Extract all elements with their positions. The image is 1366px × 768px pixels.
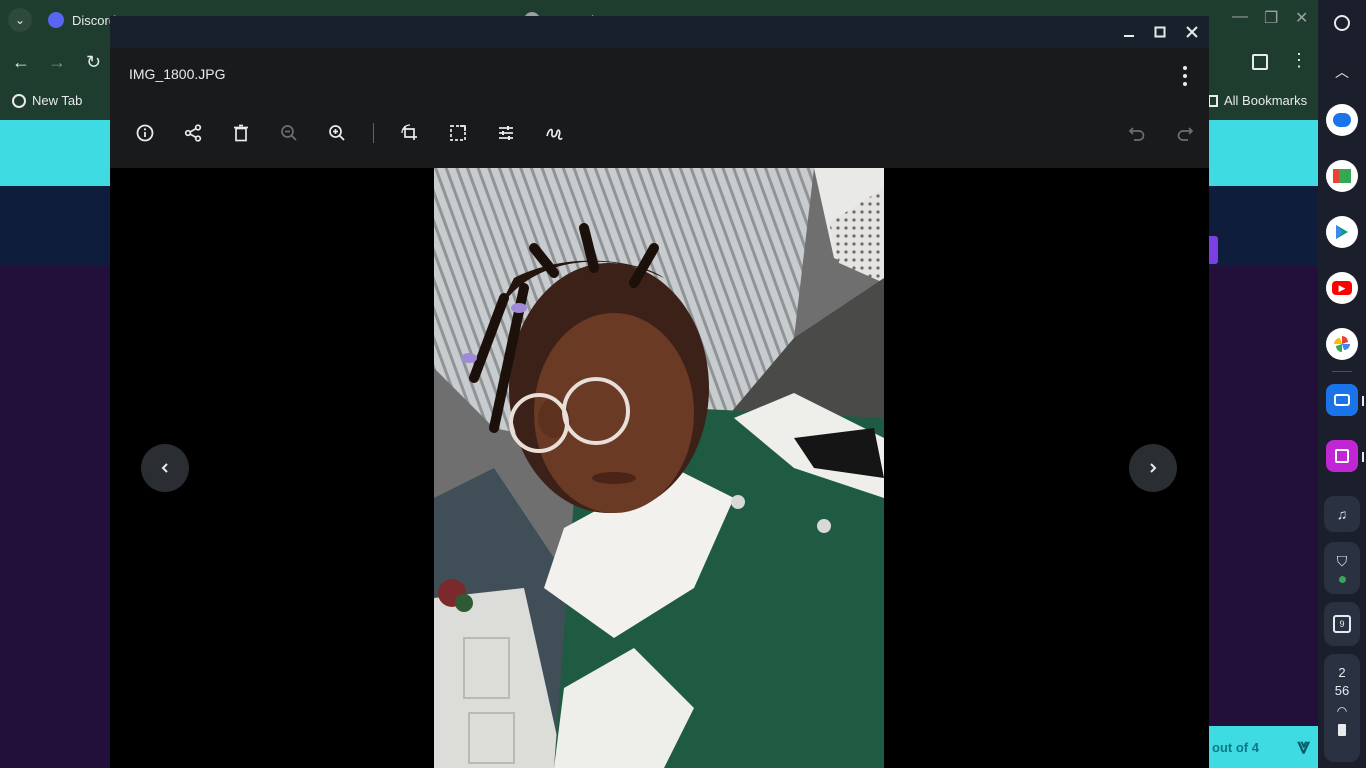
shelf-app-play-store[interactable] <box>1326 216 1358 248</box>
camera-icon <box>1334 394 1350 406</box>
toolbar-divider <box>373 123 374 143</box>
more-options-button[interactable] <box>1176 64 1194 88</box>
forward-icon[interactable]: → <box>48 52 66 73</box>
bookmark-label: New Tab <box>32 93 83 108</box>
clock-minute: 56 <box>1334 683 1350 698</box>
messages-icon <box>1333 113 1351 127</box>
lighting-button[interactable] <box>492 119 520 147</box>
download-bar[interactable]: out of 4 ⩔ <box>1206 726 1318 768</box>
close-icon <box>1186 26 1198 38</box>
undo-button[interactable] <box>1123 119 1151 147</box>
redo-icon <box>1177 127 1194 141</box>
shield-icon: ⛉ <box>1336 553 1348 569</box>
meet-icon <box>1333 169 1351 183</box>
all-bookmarks-button[interactable]: All Bookmarks <box>1208 93 1307 108</box>
minimize-icon <box>1124 35 1134 37</box>
browser-close-button[interactable]: ✕ <box>1295 8 1308 28</box>
play-store-icon <box>1336 225 1348 239</box>
chevron-left-icon <box>161 463 168 473</box>
vpn-tray-button[interactable]: ⛉ <box>1324 542 1360 594</box>
date-number: 9 <box>1339 619 1345 629</box>
more-vert-icon <box>1183 66 1187 70</box>
battery-icon <box>1338 724 1346 736</box>
globe-icon <box>12 93 26 108</box>
delete-button[interactable] <box>227 119 255 147</box>
launcher-button[interactable] <box>1326 7 1358 39</box>
close-button[interactable] <box>1183 23 1201 41</box>
zoom-in-icon <box>329 125 345 141</box>
browser-menu-icon[interactable]: ⋮ <box>1290 50 1308 71</box>
tab-discord[interactable]: Discord <box>48 8 116 32</box>
status-dot <box>1338 576 1346 583</box>
gallery-icon <box>1335 449 1349 463</box>
discord-icon <box>48 12 64 28</box>
undo-icon <box>1128 127 1145 141</box>
zoom-in-button[interactable] <box>323 119 351 147</box>
file-name: IMG_1800.JPG <box>129 66 226 82</box>
shelf-app-gallery[interactable] <box>1326 440 1358 472</box>
chevron-right-icon <box>1150 463 1157 473</box>
bookmark-new-tab[interactable]: New Tab <box>12 93 82 108</box>
shelf-app-photos[interactable] <box>1326 328 1358 360</box>
zoom-out-button[interactable] <box>275 119 303 147</box>
folder-icon <box>1208 94 1218 107</box>
lighting-icon <box>499 126 513 140</box>
running-indicator <box>1362 396 1364 406</box>
next-button[interactable] <box>1129 444 1177 492</box>
shelf: ︿ ▶ ♫ ⛉ 9 2 56 ◠ <box>1318 0 1366 768</box>
info-button[interactable] <box>131 119 159 147</box>
annotate-icon <box>546 128 563 140</box>
more-vert-dot <box>1183 82 1187 86</box>
running-indicator <box>1362 452 1364 462</box>
redo-button[interactable] <box>1171 119 1199 147</box>
download-text: out of 4 <box>1212 739 1259 755</box>
annotate-button[interactable] <box>540 119 568 147</box>
chevron-up-icon[interactable]: ︿ <box>1335 62 1349 82</box>
gallery-titlebar <box>110 16 1209 48</box>
shelf-app-messages[interactable] <box>1326 104 1358 136</box>
wifi-icon: ◠ <box>1336 704 1348 718</box>
back-icon[interactable]: ← <box>12 52 30 73</box>
side-panel-icon[interactable] <box>1252 54 1268 70</box>
zoom-out-icon <box>281 125 297 141</box>
all-bookmarks-label: All Bookmarks <box>1224 93 1308 108</box>
maximize-icon <box>1154 26 1166 38</box>
shelf-divider <box>1332 371 1352 372</box>
gallery-header <box>110 48 1209 184</box>
browser-restore-button[interactable]: ❐ <box>1264 8 1278 28</box>
chevron-down-icon[interactable]: ⩔ <box>1298 734 1310 758</box>
calendar-icon: 9 <box>1333 615 1351 633</box>
shelf-app-meet[interactable] <box>1326 160 1358 192</box>
reload-icon[interactable]: ↻ <box>86 52 101 73</box>
maximize-button[interactable] <box>1151 23 1169 41</box>
status-area[interactable]: 2 56 ◠ <box>1324 654 1360 762</box>
minimize-button[interactable] <box>1120 23 1138 41</box>
info-icon <box>136 124 154 142</box>
calendar-tray-button[interactable]: 9 <box>1324 602 1360 646</box>
playlist-music-icon: ♫ <box>1336 506 1348 522</box>
tab-search-button[interactable]: ⌄ <box>8 8 32 32</box>
more-vert-dot <box>1183 74 1187 78</box>
share-button[interactable] <box>179 119 207 147</box>
rescale-button[interactable] <box>444 119 472 147</box>
photo-image-drawing <box>434 168 884 768</box>
youtube-icon: ▶ <box>1332 281 1352 295</box>
crop-rotate-button[interactable] <box>396 119 424 147</box>
share-icon <box>184 124 202 142</box>
gallery-window: IMG_1800.JPG <box>110 16 1209 768</box>
shelf-app-youtube[interactable]: ▶ <box>1326 272 1358 304</box>
clock-hour: 2 <box>1338 665 1346 680</box>
photo-image <box>434 168 884 768</box>
media-controls-button[interactable]: ♫ <box>1324 496 1360 532</box>
shelf-app-camera[interactable] <box>1326 384 1358 416</box>
launcher-icon <box>1334 15 1350 31</box>
previous-button[interactable] <box>141 444 189 492</box>
rescale-icon <box>450 125 466 141</box>
photos-icon <box>1334 336 1350 352</box>
crop-rotate-icon <box>401 124 417 140</box>
delete-icon <box>234 124 248 142</box>
browser-minimize-button[interactable]: — <box>1232 8 1248 26</box>
